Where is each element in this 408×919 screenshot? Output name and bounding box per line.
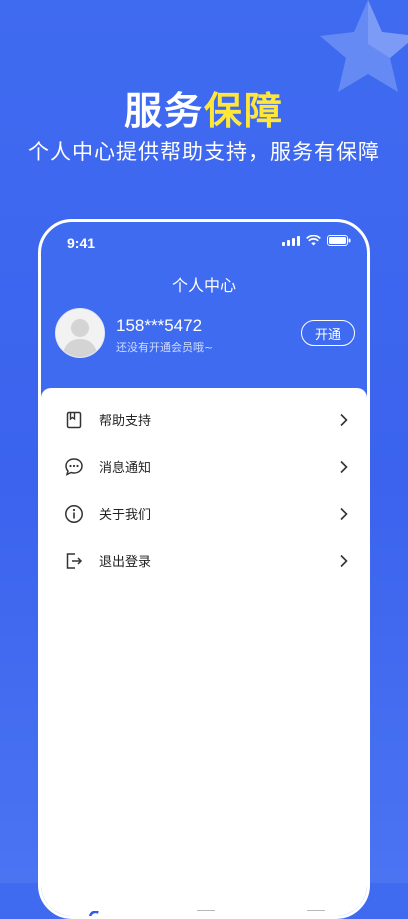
phone-mockup: 9:41 个人中心 158***5472 还没有开通会员哦~ 开通 帮助支持 消…	[38, 219, 370, 919]
menu-item-about[interactable]: 关于我们	[41, 490, 367, 537]
status-time: 9:41	[67, 235, 96, 251]
menu-item-label: 帮助支持	[99, 414, 152, 429]
battery-icon	[327, 235, 351, 246]
member-status: 还没有开通会员哦~	[116, 341, 214, 354]
user-phone: 158***5472	[116, 316, 203, 335]
menu-item-label: 消息通知	[99, 461, 152, 476]
tab-middle-icon[interactable]	[197, 910, 215, 916]
status-icons	[282, 235, 351, 246]
menu-item-messages[interactable]: 消息通知	[41, 443, 367, 490]
menu-card: 帮助支持 消息通知 关于我们 退出登录	[41, 388, 367, 916]
chevron-right-icon	[340, 554, 348, 567]
tab-home-icon[interactable]	[87, 911, 103, 916]
chevron-right-icon	[340, 413, 348, 426]
open-membership-button[interactable]: 开通	[301, 320, 355, 346]
tab-bar	[41, 908, 367, 916]
help-book-icon	[63, 409, 85, 431]
info-icon	[63, 503, 85, 525]
menu-item-logout[interactable]: 退出登录	[41, 537, 367, 584]
promo-subtitle: 个人中心提供帮助支持，服务有保障	[28, 140, 380, 164]
promo-title-main: 服务	[123, 89, 204, 133]
chevron-right-icon	[340, 507, 348, 520]
promo-title-highlight: 保障	[204, 89, 285, 133]
wifi-icon	[306, 235, 321, 246]
user-avatar-icon	[56, 309, 104, 357]
menu-item-label: 关于我们	[99, 508, 152, 523]
menu-list: 帮助支持 消息通知 关于我们 退出登录	[41, 388, 367, 584]
chevron-right-icon	[340, 460, 348, 473]
tab-profile-icon[interactable]	[307, 910, 325, 916]
menu-item-label: 退出登录	[99, 555, 152, 570]
message-bubble-icon	[63, 456, 85, 478]
menu-item-help[interactable]: 帮助支持	[41, 396, 367, 443]
page-title: 个人中心	[171, 276, 236, 295]
status-bar: 9:41	[41, 222, 367, 266]
logout-icon	[63, 550, 85, 572]
signal-icon	[282, 235, 300, 246]
promo-title: 服务保障	[0, 80, 408, 135]
avatar[interactable]	[55, 308, 105, 358]
